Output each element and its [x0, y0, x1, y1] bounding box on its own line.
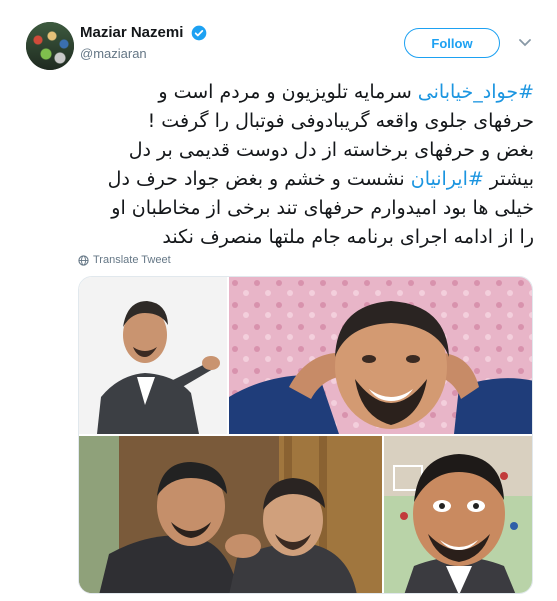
hashtag-link[interactable]: #ایرانیان [411, 168, 484, 190]
tweet-line-text: بیشتر [483, 168, 534, 190]
tweet-line: خیلی ها بود امیدوارم حرفهای تند برخی از … [70, 194, 534, 223]
photo-two-men[interactable] [79, 436, 382, 593]
verified-badge-icon [191, 25, 207, 41]
user-name-block[interactable]: Maziar Nazemi @maziaran [80, 24, 207, 61]
photo-smiling[interactable] [229, 277, 532, 434]
tweet-line-text: بغض و حرفهای برخاسته از دل دوست قدیمی بر… [128, 139, 534, 161]
tweet-text: #جواد_خیابانی سرمایه تلویزیون و مردم است… [70, 78, 534, 252]
tweet-line: بیشتر #ایرانیان نشست و خشم و بغض جواد حر… [70, 165, 534, 194]
tweet-line: را از ادامه اجرای برنامه جام ملتها منصرف… [70, 223, 534, 252]
tweet-header: Maziar Nazemi @maziaran Follow [14, 18, 544, 70]
tweet-line-text: سرمایه تلویزیون و مردم است و [158, 81, 418, 103]
globe-icon [78, 254, 89, 266]
media-grid [78, 276, 533, 594]
chevron-down-icon[interactable] [514, 32, 536, 54]
photo-speaker[interactable] [79, 277, 227, 434]
display-name[interactable]: Maziar Nazemi [80, 24, 183, 41]
tweet-line: #جواد_خیابانی سرمایه تلویزیون و مردم است… [70, 78, 534, 107]
user-handle[interactable]: @maziaran [80, 46, 207, 61]
tweet-line-text: حرفهای جلوی واقعه گریبادوفی فوتبال را گر… [147, 110, 534, 132]
translate-tweet-link[interactable]: Translate Tweet [78, 254, 171, 266]
hashtag-link[interactable]: #جواد_خیابانی [418, 81, 534, 103]
tweet-line: بغض و حرفهای برخاسته از دل دوست قدیمی بر… [70, 136, 534, 165]
tweet-line-text: را از ادامه اجرای برنامه جام ملتها منصرف… [162, 226, 534, 248]
translate-label[interactable]: Translate Tweet [93, 254, 171, 266]
tweet-line-text: نشست و خشم و بغض جواد حرف دل [107, 168, 411, 190]
follow-button[interactable]: Follow [404, 28, 500, 58]
tweet-line-text: خیلی ها بود امیدوارم حرفهای تند برخی از … [111, 197, 534, 219]
avatar-crowd-image [26, 22, 74, 70]
tweet-line: حرفهای جلوی واقعه گریبادوفی فوتبال را گر… [70, 107, 534, 136]
photo-caricature[interactable] [384, 436, 532, 593]
user-avatar[interactable] [26, 22, 74, 70]
